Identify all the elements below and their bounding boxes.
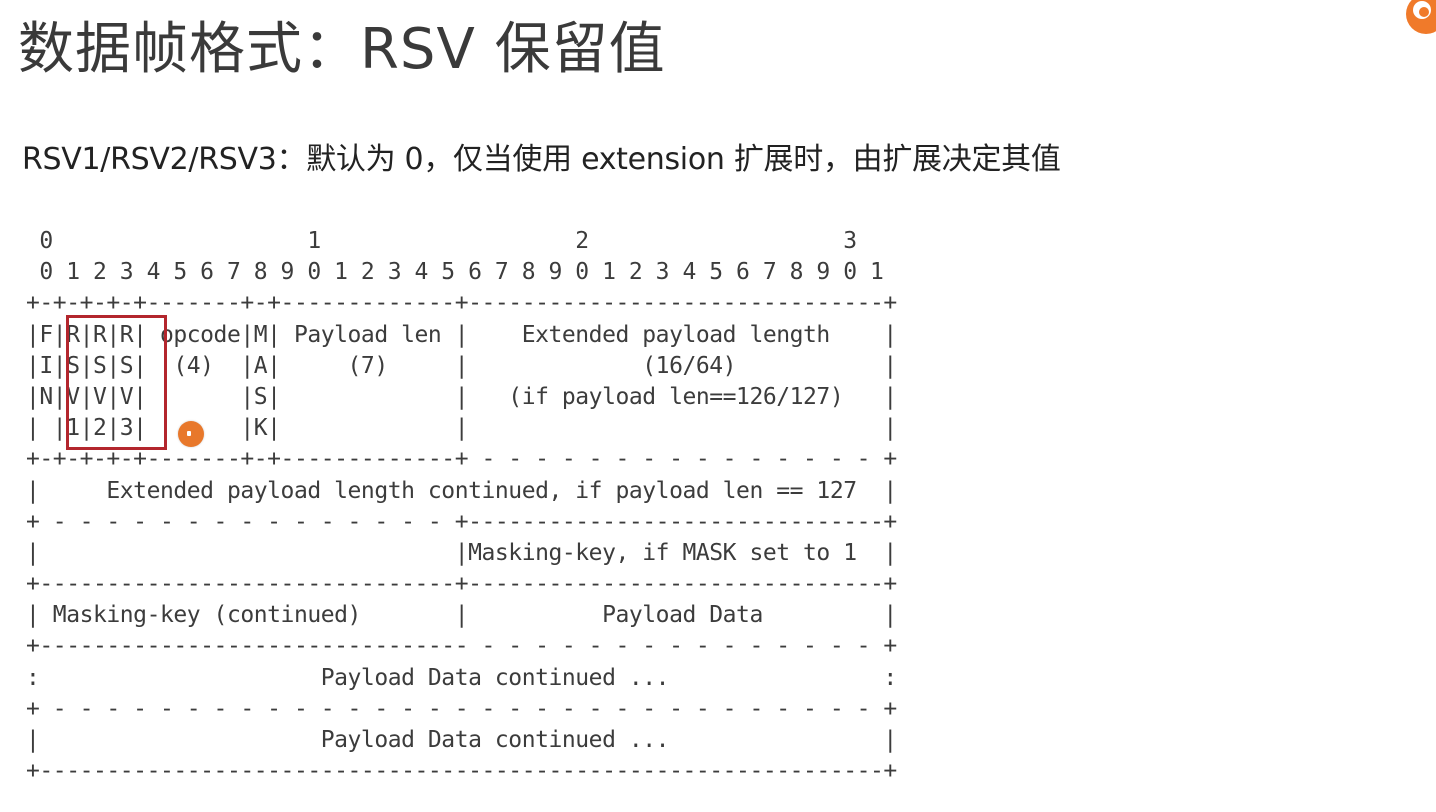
frame-format-diagram: 0 1 2 3 0 1 2 3 4 5 6 7 8 9 0 1 2 3 4 5 …	[26, 226, 897, 787]
diagram-line: +-------------------------------+-------…	[26, 571, 897, 598]
diagram-line: +---------------------------------------…	[26, 758, 897, 785]
diagram-line: +-------------------------------- - - - …	[26, 633, 897, 660]
slide-title: 数据帧格式：RSV 保留值	[18, 17, 666, 82]
flame-logo-icon	[1406, 0, 1436, 34]
diagram-line: 0 1 2 3 4 5 6 7 8 9 0 1 2 3 4 5 6 7 8 9 …	[26, 259, 884, 286]
diagram-line: | Payload Data continued ... |	[26, 727, 897, 753]
diagram-line: + - - - - - - - - - - - - - - - - - - - …	[26, 695, 897, 722]
mouse-pointer-icon	[178, 421, 204, 447]
diagram-line: | Masking-key (continued) | Payload Data…	[26, 602, 897, 629]
diagram-line: + - - - - - - - - - - - - - - - +-------…	[26, 508, 897, 535]
diagram-line: : Payload Data continued ... :	[26, 664, 897, 691]
rsv-highlight-box	[66, 315, 167, 450]
diagram-line: | Extended payload length continued, if …	[26, 477, 897, 504]
diagram-line: | |Masking-key, if MASK set to 1 |	[26, 539, 897, 566]
subtitle: RSV1/RSV2/RSV3：默认为 0，仅当使用 extension 扩展时，…	[22, 142, 1061, 177]
diagram-line: 0 1 2 3	[26, 228, 857, 254]
